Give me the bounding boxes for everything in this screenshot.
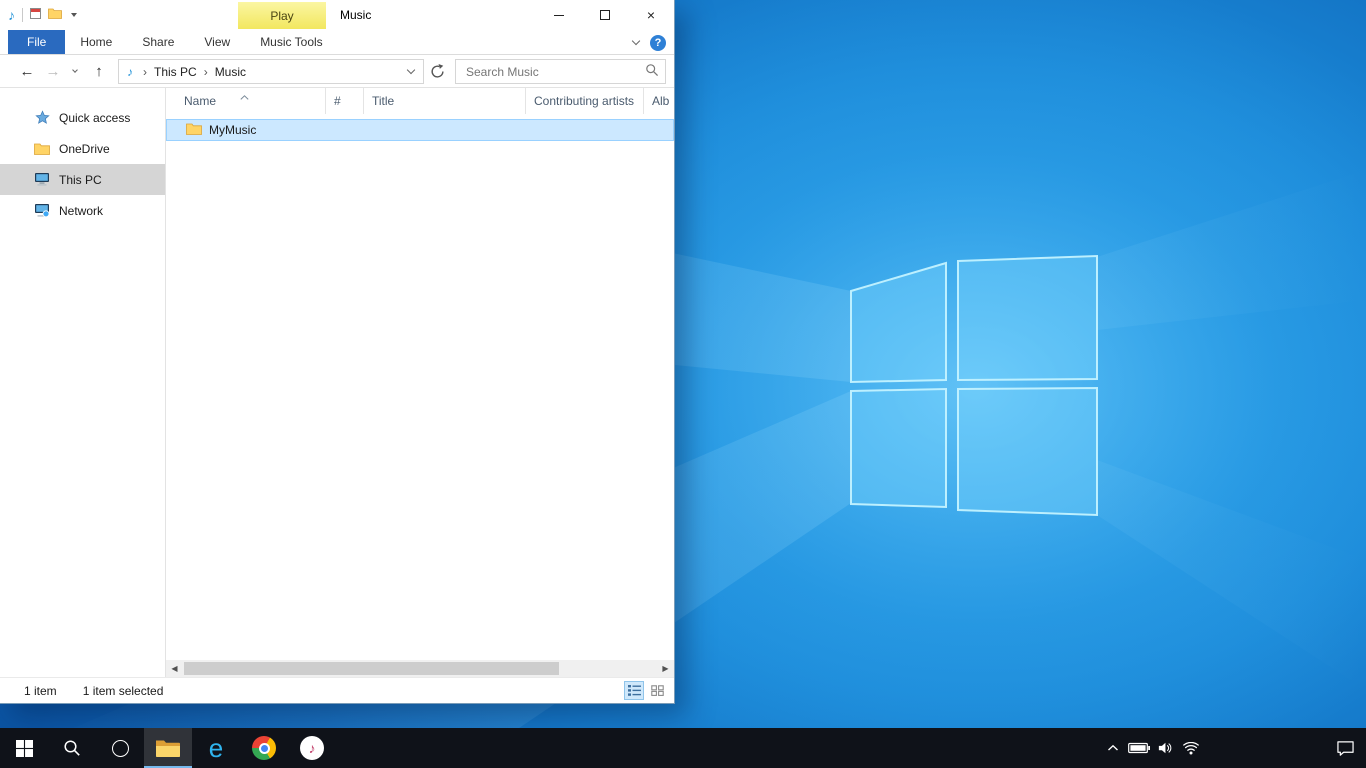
forward-button[interactable]: → [40,55,66,88]
refresh-icon[interactable] [430,64,445,82]
details-view-button[interactable] [624,681,644,700]
tab-music-tools[interactable]: Music Tools [245,30,337,54]
tab-share[interactable]: Share [127,30,189,54]
help-icon[interactable]: ? [650,35,666,51]
sidebar-item-label: Quick access [59,111,130,125]
tab-view[interactable]: View [189,30,245,54]
ribbon-tab-row: File Home Share View Music Tools ? [0,30,674,55]
up-button[interactable]: ↑ [86,55,112,88]
selection-count: 1 item selected [83,684,164,698]
tray-expand-icon[interactable] [1100,728,1126,768]
sidebar-item-this-pc[interactable]: This PC [0,164,165,195]
properties-icon[interactable] [30,8,41,22]
maximize-icon [600,10,610,20]
quick-access-toolbar: ♪ [8,0,77,30]
window-title: Music [340,0,371,30]
sidebar-item-label: OneDrive [59,142,110,156]
sort-ascending-icon [240,89,249,103]
column-header-name[interactable]: Name [166,88,326,114]
contextual-tab-badge[interactable]: Play [238,2,326,29]
scroll-left-icon[interactable]: ◀ [166,660,183,677]
search-input[interactable] [464,64,645,80]
search-icon[interactable] [645,63,659,80]
minimize-icon [554,15,564,16]
itunes-icon: ♪ [300,736,324,760]
minimize-button[interactable] [536,0,582,30]
cortana-icon [112,740,129,757]
sidebar-item-label: Network [59,204,103,218]
sidebar-item-onedrive[interactable]: OneDrive [0,133,165,164]
folder-icon [186,123,202,138]
breadcrumb-separator: › [199,65,213,79]
address-bar[interactable]: ♪ › This PC › Music [118,59,424,84]
taskbar: e ♪ [0,728,1366,768]
close-icon: × [647,7,655,23]
taskbar-search-button[interactable] [48,728,96,768]
taskbar-file-explorer-button[interactable] [144,728,192,768]
windows-logo-icon [16,740,33,757]
navigation-pane: Quick access OneDrive This PC Network [0,88,166,677]
start-button[interactable] [0,728,48,768]
title-bar: ♪ Play Music × [0,0,674,30]
address-dropdown-chevron-icon[interactable] [407,66,415,74]
system-tray [1100,728,1366,768]
chrome-icon [252,736,276,760]
quick-access-star-icon [34,110,50,125]
taskbar-internet-explorer-button[interactable]: e [192,728,240,768]
column-header-contributing-artists[interactable]: Contributing artists [526,88,644,114]
file-name: MyMusic [209,123,256,137]
column-header-title[interactable]: Title [364,88,526,114]
music-folder-icon: ♪ [127,65,133,79]
caption-buttons: × [536,0,674,30]
sidebar-item-quick-access[interactable]: Quick access [0,102,165,133]
maximize-button[interactable] [582,0,628,30]
battery-icon[interactable] [1126,728,1152,768]
tray-spacer [1204,728,1324,768]
internet-explorer-icon: e [209,735,223,761]
wifi-network-icon[interactable] [1178,728,1204,768]
recent-locations-chevron-icon[interactable] [68,55,82,88]
item-count: 1 item [24,684,57,698]
scroll-right-icon[interactable]: ▶ [657,660,674,677]
sidebar-item-label: This PC [59,173,102,187]
cortana-button[interactable] [96,728,144,768]
file-explorer-icon [155,738,181,758]
large-icons-view-button[interactable] [647,681,667,700]
breadcrumb-this-pc[interactable]: This PC [152,65,199,79]
column-headers: Name # Title Contributing artists Alb [166,88,674,114]
sidebar-item-network[interactable]: Network [0,195,165,226]
this-pc-icon [34,172,50,187]
ribbon-expand-chevron-icon[interactable] [632,37,640,45]
breadcrumb-music[interactable]: Music [213,65,248,79]
horizontal-scrollbar[interactable]: ◀ ▶ [166,660,674,677]
column-header-album[interactable]: Alb [644,88,674,114]
tab-file[interactable]: File [8,30,65,54]
navigation-bar: ← → ↑ ♪ › This PC › Music [0,55,674,88]
taskbar-chrome-button[interactable] [240,728,288,768]
music-app-icon: ♪ [8,8,15,22]
new-folder-icon[interactable] [48,8,62,22]
scrollbar-thumb[interactable] [184,662,559,675]
file-explorer-window: ♪ Play Music × File Home Share View Musi… [0,0,675,704]
qat-separator [22,8,23,22]
search-box [455,59,666,84]
tab-home[interactable]: Home [65,30,127,54]
back-button[interactable]: ← [14,55,40,88]
close-button[interactable]: × [628,0,674,30]
volume-icon[interactable] [1152,728,1178,768]
network-icon [34,203,50,218]
file-row-mymusic[interactable]: MyMusic [166,119,674,141]
qat-customize-chevron-icon[interactable] [71,13,77,17]
file-list: Name # Title Contributing artists Alb My… [166,88,674,677]
status-bar: 1 item 1 item selected [0,677,674,703]
action-center-icon[interactable] [1324,728,1366,768]
column-header-number[interactable]: # [326,88,364,114]
search-icon [63,739,81,757]
breadcrumb-separator: › [138,65,152,79]
taskbar-itunes-button[interactable]: ♪ [288,728,336,768]
onedrive-icon [34,143,50,155]
